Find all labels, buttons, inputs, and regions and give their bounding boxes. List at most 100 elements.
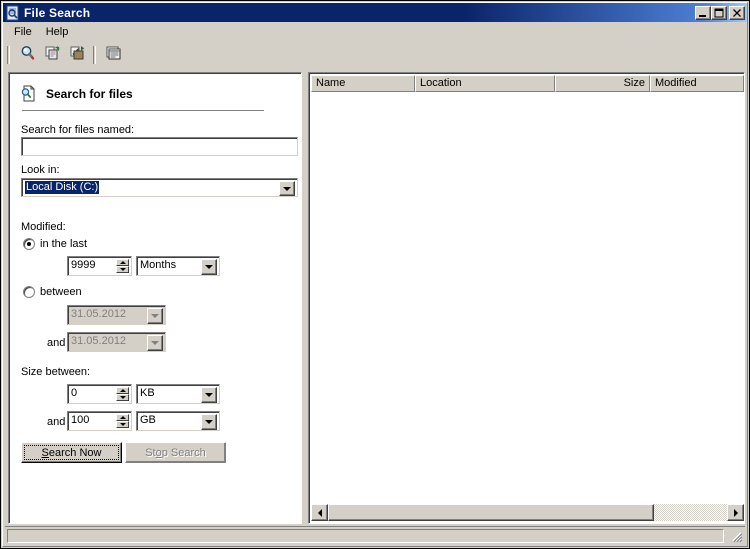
status-bar xyxy=(5,526,745,544)
in-the-last-unit-value: Months xyxy=(140,259,177,271)
look-in-label: Look in: xyxy=(21,164,60,176)
size-to-value: 100 xyxy=(71,414,90,426)
between-to-datepicker[interactable]: 31.05.2012 xyxy=(67,332,166,352)
maximize-button[interactable] xyxy=(711,5,727,20)
size-from-unit-value: KB xyxy=(140,387,155,399)
spinner-up-button[interactable] xyxy=(116,414,129,421)
radio-between-label: between xyxy=(40,286,82,298)
minimize-button[interactable] xyxy=(695,5,711,20)
scrollbar-track[interactable] xyxy=(328,504,727,521)
radio-between[interactable]: between xyxy=(23,286,82,298)
triangle-up-icon xyxy=(119,389,126,392)
search-now-button[interactable]: Search Now xyxy=(21,442,122,463)
size-from-stepper[interactable]: 0 xyxy=(67,384,132,404)
search-name-input[interactable] xyxy=(21,137,298,156)
size-from-value: 0 xyxy=(71,387,78,399)
radio-in-the-last[interactable]: in the last xyxy=(23,238,87,250)
scrollbar-thumb[interactable] xyxy=(328,504,654,521)
close-button[interactable] xyxy=(729,5,745,20)
column-header-size[interactable]: Size xyxy=(555,75,650,92)
results-column-header: Name Location Size Modified xyxy=(311,75,744,92)
triangle-down-icon xyxy=(119,268,126,271)
size-from-unit-combobox[interactable]: KB xyxy=(136,384,220,404)
between-to-dropdown-arrow[interactable] xyxy=(147,335,163,351)
title-bar[interactable]: File Search xyxy=(3,3,747,22)
scroll-left-button[interactable] xyxy=(311,504,328,521)
in-the-last-count-stepper[interactable]: 9999 xyxy=(67,256,132,276)
triangle-up-icon xyxy=(119,416,126,419)
in-the-last-unit-combobox[interactable]: Months xyxy=(136,256,220,276)
spinner-down-button[interactable] xyxy=(116,394,129,401)
spinner-up-button[interactable] xyxy=(116,387,129,394)
chevron-down-icon xyxy=(283,186,291,191)
size-to-unit-value: GB xyxy=(140,414,156,426)
column-header-location[interactable]: Location xyxy=(415,75,555,92)
toolbar-move-button[interactable] xyxy=(66,44,89,66)
resize-grip-icon[interactable] xyxy=(729,529,743,543)
results-list-panel[interactable]: Name Location Size Modified xyxy=(308,72,745,524)
menu-bar: File Help xyxy=(3,23,747,41)
size-to-spin-buttons[interactable] xyxy=(116,414,129,428)
between-from-datepicker[interactable]: 31.05.2012 xyxy=(67,305,166,325)
results-horizontal-scrollbar[interactable] xyxy=(311,504,744,521)
toolbar-search-button[interactable] xyxy=(16,44,39,66)
file-search-window: File Search File Help Search for files S… xyxy=(0,0,750,549)
size-and-label: and xyxy=(47,416,66,428)
chevron-down-icon xyxy=(151,314,159,318)
search-icon xyxy=(19,44,37,65)
stop-search-label: Stop Search xyxy=(145,447,206,459)
stop-search-button[interactable]: Stop Search xyxy=(125,442,226,463)
size-between-label: Size between: xyxy=(21,366,91,378)
scroll-right-button[interactable] xyxy=(727,504,744,521)
size-to-stepper[interactable]: 100 xyxy=(67,411,132,431)
stop-search-pre: St xyxy=(145,446,156,459)
search-criteria-inner: Search for files Search for files named:… xyxy=(9,73,301,523)
between-from-dropdown-arrow[interactable] xyxy=(147,308,163,324)
page-title: Search for files xyxy=(46,87,133,101)
in-the-last-unit-dropdown-arrow[interactable] xyxy=(201,259,217,275)
window-controls xyxy=(695,5,745,20)
column-header-modified[interactable]: Modified xyxy=(650,75,744,92)
in-the-last-count-value: 9999 xyxy=(71,259,96,271)
toolbar xyxy=(3,41,747,68)
properties-icon xyxy=(105,44,123,65)
results-list-body[interactable] xyxy=(311,92,744,503)
modified-label: Modified: xyxy=(21,221,66,233)
radio-between-indicator xyxy=(23,286,35,298)
spinner-up-button[interactable] xyxy=(116,259,129,266)
move-icon xyxy=(69,44,87,65)
radio-in-the-last-indicator xyxy=(23,238,35,250)
toolbar-separator xyxy=(93,45,96,64)
between-and-label: and xyxy=(47,337,66,349)
look-in-combobox[interactable]: Local Disk (C:) xyxy=(21,178,298,197)
size-to-unit-combobox[interactable]: GB xyxy=(136,411,220,431)
look-in-dropdown-arrow[interactable] xyxy=(279,181,295,196)
spinner-down-button[interactable] xyxy=(116,421,129,428)
triangle-up-icon xyxy=(119,261,126,264)
window-title: File Search xyxy=(24,5,91,20)
chevron-down-icon xyxy=(205,265,213,269)
triangle-left-icon xyxy=(317,508,322,517)
file-search-document-icon xyxy=(5,5,21,21)
radio-in-the-last-label: in the last xyxy=(40,238,88,250)
search-now-accel: S xyxy=(41,446,49,459)
in-the-last-spin-buttons[interactable] xyxy=(116,259,129,273)
status-text xyxy=(7,529,724,543)
spinner-down-button[interactable] xyxy=(116,266,129,273)
search-document-icon xyxy=(20,85,38,103)
toolbar-copy-button[interactable] xyxy=(41,44,64,66)
triangle-right-icon xyxy=(733,508,738,517)
size-from-spin-buttons[interactable] xyxy=(116,387,129,401)
column-header-name[interactable]: Name xyxy=(311,75,415,92)
menu-help[interactable]: Help xyxy=(39,24,76,41)
chevron-down-icon xyxy=(205,393,213,397)
toolbar-separator-start xyxy=(7,45,10,64)
between-from-value: 31.05.2012 xyxy=(71,308,127,320)
copy-icon xyxy=(44,44,62,65)
look-in-value: Local Disk (C:) xyxy=(25,181,100,194)
between-to-value: 31.05.2012 xyxy=(71,335,127,347)
size-from-unit-dropdown-arrow[interactable] xyxy=(201,387,217,403)
size-to-unit-dropdown-arrow[interactable] xyxy=(201,414,217,430)
menu-file[interactable]: File xyxy=(7,24,39,41)
toolbar-properties-button[interactable] xyxy=(102,44,125,66)
